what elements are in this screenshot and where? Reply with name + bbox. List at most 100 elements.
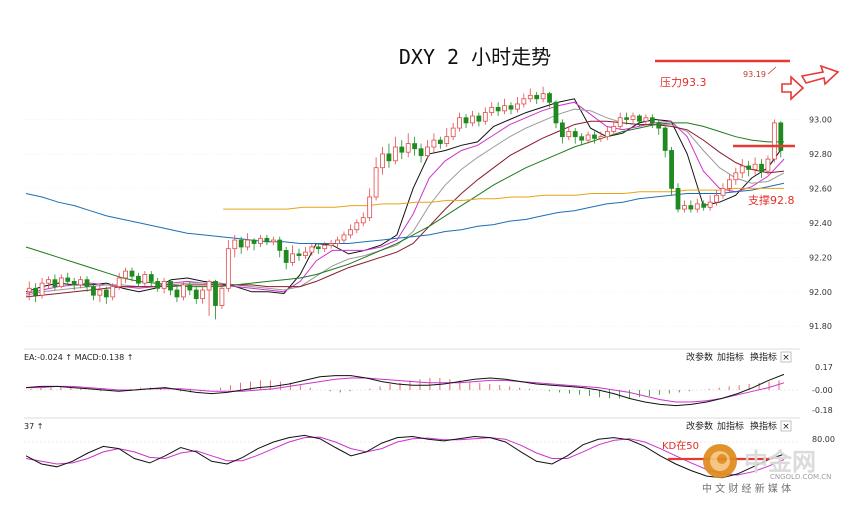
ma-line-3 — [25, 108, 785, 296]
candle-body — [200, 289, 206, 300]
candle-body — [566, 131, 572, 138]
candle-body — [180, 284, 186, 298]
macd-switch-indicator-button[interactable]: 换指标 — [750, 351, 777, 363]
high-value-label: 93.19 — [743, 70, 766, 79]
macd-tick: -0.00 — [812, 386, 833, 395]
candle-body — [309, 246, 315, 253]
candle-body — [559, 122, 565, 138]
candle-body — [123, 270, 128, 279]
candle-body — [392, 146, 398, 162]
candle-body — [52, 279, 58, 287]
candle-body — [155, 281, 161, 289]
candle-body — [624, 117, 630, 120]
candle-body — [232, 239, 238, 250]
candle-body — [193, 289, 199, 300]
candle-body — [765, 158, 771, 172]
candle-body — [328, 243, 334, 246]
candle-body — [225, 248, 231, 289]
arrow-right-icon — [781, 75, 805, 101]
candle-body — [746, 165, 752, 170]
candle-body — [611, 125, 617, 132]
candle-body — [771, 122, 777, 160]
candle-body — [386, 153, 392, 162]
chart-title: DXY 2 小时走势 — [399, 45, 551, 69]
watermark-logo-text: 中金网 — [744, 448, 816, 476]
ma-line-2 — [25, 101, 785, 294]
arrow-up-right-icon — [800, 64, 840, 86]
close-icon: × — [782, 422, 790, 432]
candle-body — [315, 246, 321, 250]
candle-body — [264, 237, 270, 243]
candle-body — [39, 282, 45, 296]
candle-body — [78, 279, 83, 286]
kd-add-indicator-button[interactable]: 加指标 — [717, 420, 744, 432]
candle-body — [116, 277, 122, 287]
candle-body — [148, 274, 154, 282]
candle-body — [437, 139, 443, 144]
kd-note: KD在50 — [662, 440, 699, 452]
candle-body — [637, 115, 642, 122]
y-tick-label: 92.00 — [809, 288, 832, 297]
candle-body — [97, 289, 103, 296]
kd-edit-params-button[interactable]: 改参数 — [686, 420, 713, 432]
candle-body — [482, 112, 488, 122]
candle-body — [592, 134, 597, 139]
candle-body — [547, 93, 552, 103]
candle-body — [33, 287, 39, 296]
macd-add-indicator-button[interactable]: 加指标 — [717, 351, 744, 363]
candle-body — [335, 239, 340, 244]
candle-body — [110, 286, 116, 298]
kd-toolbar: 改参数 加指标 换指标 × — [686, 420, 792, 432]
macd-toolbar: 改参数 加指标 换指标 × — [686, 351, 792, 363]
ma-line-7 — [223, 187, 784, 210]
candle-body — [174, 289, 180, 298]
candle-body — [720, 187, 726, 196]
y-tick-label: 92.80 — [809, 150, 832, 159]
candle-body — [26, 287, 32, 293]
candle-body — [136, 275, 141, 284]
candle-body — [213, 281, 218, 306]
candle-body — [187, 284, 193, 291]
candle-body — [444, 136, 450, 144]
candle-body — [656, 122, 662, 129]
macd-edit-params-button[interactable]: 改参数 — [686, 351, 713, 363]
candle-body — [521, 98, 527, 105]
candle-body — [470, 115, 475, 124]
candle-body — [604, 131, 610, 138]
candle-body — [495, 106, 501, 112]
y-tick-label: 92.40 — [809, 219, 832, 228]
support-label: 支撑92.8 — [748, 193, 795, 207]
candle-body — [515, 103, 520, 110]
candle-body — [579, 136, 585, 141]
candle-body — [617, 117, 623, 127]
macd-y-axis: 0.17 -0.00 -0.18 — [812, 363, 833, 415]
candle-body — [71, 281, 77, 286]
kd-switch-indicator-button[interactable]: 换指标 — [750, 420, 777, 432]
candle-body — [399, 146, 405, 153]
candle-body — [412, 143, 418, 150]
macd-tick: -0.18 — [812, 406, 833, 415]
resistance-label: 压力93.3 — [660, 76, 707, 89]
candle-body — [553, 101, 559, 124]
dxy-chart: DXY 2 小时走势 91.80 92.00 92.20 92.40 92.60 92.8… — [24, 45, 840, 495]
candle-body — [418, 148, 424, 157]
candle-body — [380, 153, 385, 169]
candle-body — [463, 117, 469, 124]
y-tick-label: 92.60 — [809, 184, 832, 193]
candle-body — [630, 115, 636, 120]
candle-body — [585, 134, 591, 141]
ma-line-1 — [25, 98, 785, 295]
candle-body — [46, 279, 51, 284]
candle-body — [649, 117, 655, 124]
candle-body — [707, 201, 713, 208]
candle-body — [91, 286, 96, 296]
high-pointer — [767, 66, 777, 75]
candle-body — [245, 239, 251, 248]
candle-body — [296, 253, 302, 256]
macd-tick: 0.17 — [815, 363, 833, 372]
candle-body — [322, 244, 328, 250]
candle-body — [258, 237, 263, 244]
candle-body — [450, 127, 456, 138]
candle-body — [643, 117, 649, 122]
candle-body — [373, 167, 379, 198]
